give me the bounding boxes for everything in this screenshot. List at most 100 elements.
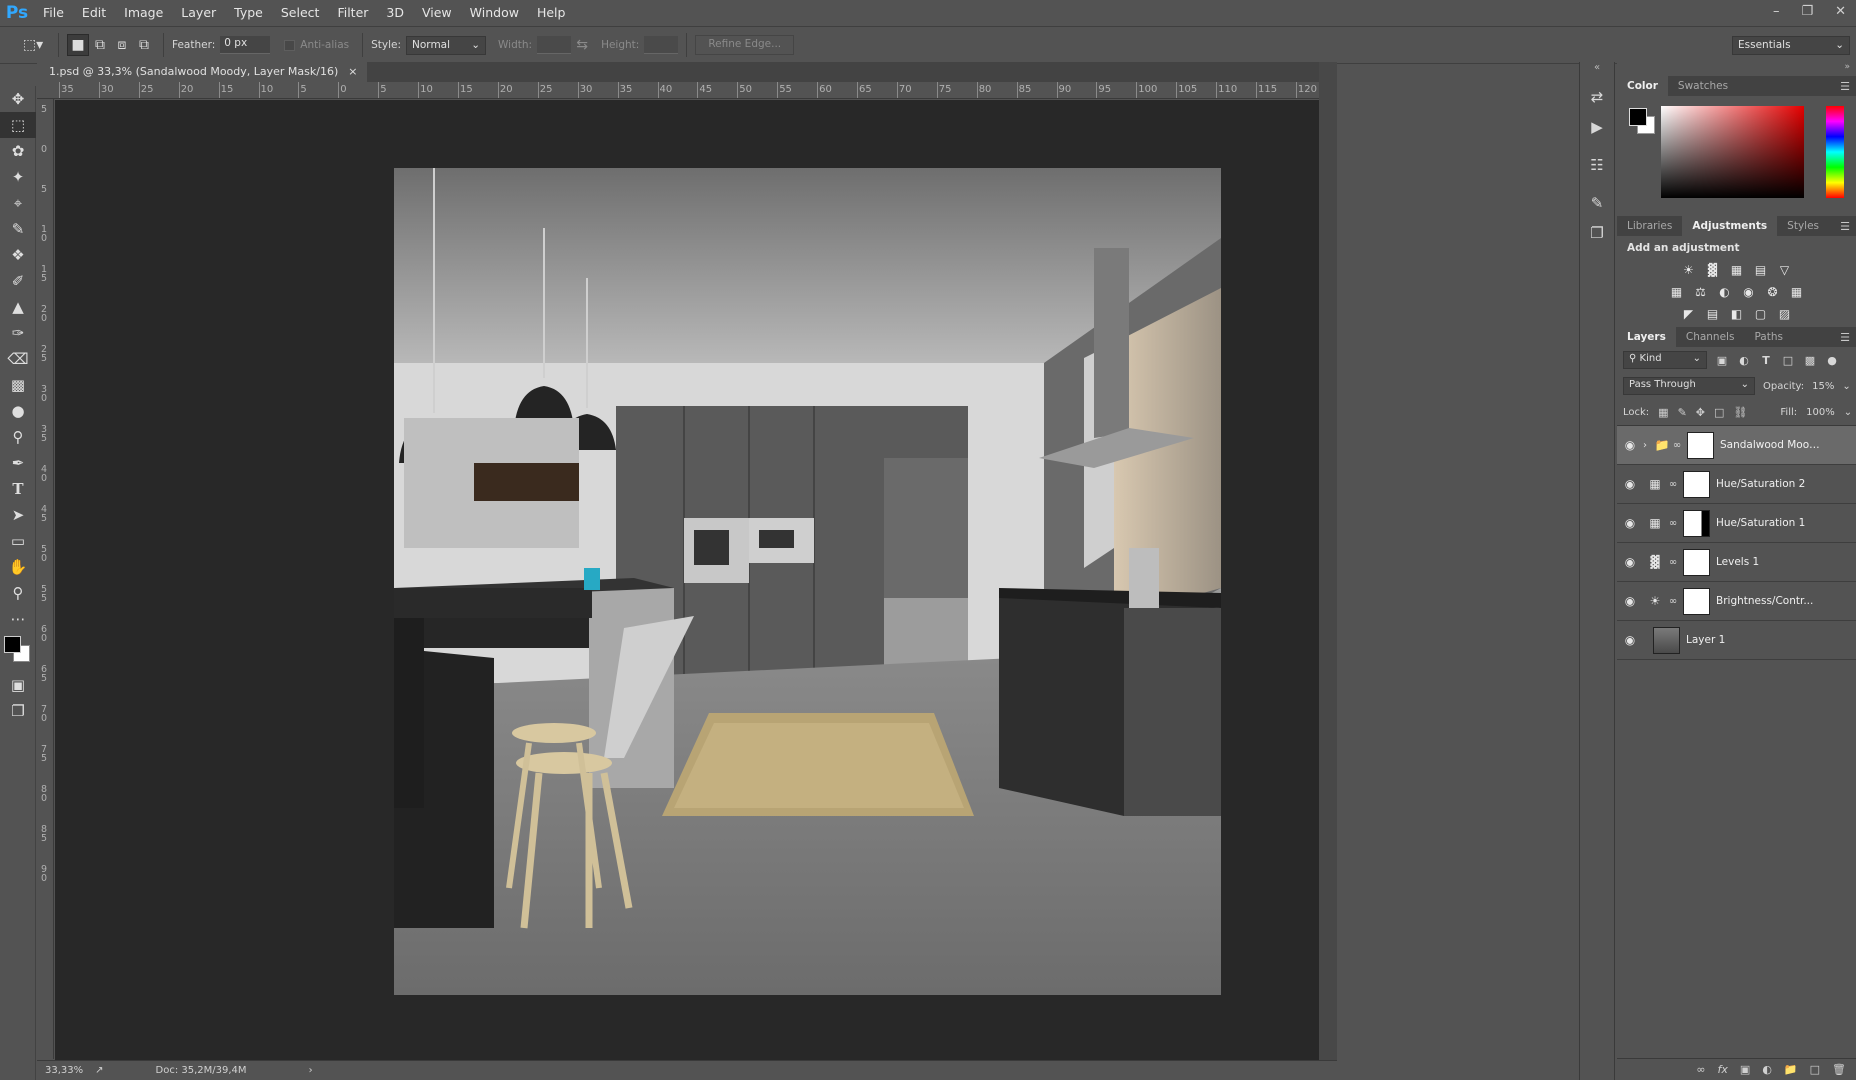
lock-artboard-icon[interactable]: □	[1714, 406, 1724, 419]
menu-edit[interactable]: Edit	[73, 0, 115, 26]
selective-color-icon[interactable]: ▢	[1753, 307, 1769, 321]
expand-group-icon[interactable]: ›	[1643, 440, 1653, 451]
layer-thumbnail[interactable]	[1653, 626, 1680, 654]
collapse-arrows-icon[interactable]: «	[1580, 62, 1614, 82]
actions-play-icon[interactable]: ▶	[1580, 112, 1614, 142]
black-white-icon[interactable]: ◐	[1717, 285, 1733, 299]
path-selection-tool-icon[interactable]: ➤	[0, 502, 36, 528]
tab-color[interactable]: Color	[1617, 76, 1668, 96]
filter-kind-select[interactable]: ⚲ Kind ⌄	[1623, 351, 1707, 369]
visibility-eye-icon[interactable]: ◉	[1617, 594, 1643, 608]
add-selection-icon[interactable]: ⧉	[89, 34, 111, 56]
layer-row[interactable]: ◉ Layer 1	[1617, 621, 1856, 660]
blur-tool-icon[interactable]: ●	[0, 398, 36, 424]
tab-channels[interactable]: Channels	[1676, 327, 1745, 347]
add-mask-icon[interactable]: ▣	[1740, 1063, 1750, 1076]
more-tools-icon[interactable]: ⋯	[0, 606, 36, 632]
layer-mask-thumbnail[interactable]	[1687, 431, 1714, 459]
link-layers-icon[interactable]: ∞	[1696, 1063, 1705, 1076]
hue-saturation-icon[interactable]: ▦	[1669, 285, 1685, 299]
channel-mixer-icon[interactable]: ❂	[1765, 285, 1781, 299]
brush-tool-icon[interactable]: ✐	[0, 268, 36, 294]
3d-icon[interactable]: ❐	[1580, 218, 1614, 248]
layer-row[interactable]: ◉ ☀ ∞ Brightness/Contr...	[1617, 582, 1856, 621]
magic-wand-tool-icon[interactable]: ✦	[0, 164, 36, 190]
layer-name[interactable]: Sandalwood Moody	[1720, 439, 1820, 451]
chevron-down-icon[interactable]: ⌄	[1844, 407, 1852, 418]
paint-bucket-tool-icon[interactable]: ▩	[0, 372, 36, 398]
layer-name[interactable]: Hue/Saturation 2	[1716, 478, 1805, 490]
levels-icon[interactable]: ▓	[1705, 263, 1721, 277]
menu-help[interactable]: Help	[528, 0, 575, 26]
close-icon[interactable]: ✕	[1835, 4, 1846, 19]
tab-paths[interactable]: Paths	[1744, 327, 1793, 347]
filter-smart-object-icon[interactable]: ▩	[1803, 354, 1817, 367]
opacity-value[interactable]: 15%	[1812, 381, 1834, 392]
menu-select[interactable]: Select	[272, 0, 329, 26]
new-layer-icon[interactable]: □	[1810, 1063, 1820, 1076]
anti-alias-checkbox[interactable]	[284, 39, 296, 51]
posterize-icon[interactable]: ▤	[1705, 307, 1721, 321]
style-select[interactable]: Normal ⌄	[406, 35, 487, 55]
menu-image[interactable]: Image	[115, 0, 172, 26]
layer-name[interactable]: Levels 1	[1716, 556, 1759, 568]
history-brush-tool-icon[interactable]: ✑	[0, 320, 36, 346]
properties-icon[interactable]: ☷	[1580, 150, 1614, 180]
visibility-eye-icon[interactable]: ◉	[1617, 516, 1643, 530]
eyedropper-tool-icon[interactable]: ✎	[0, 216, 36, 242]
zoom-tool-icon[interactable]: ⚲	[0, 580, 36, 606]
layer-mask-thumbnail[interactable]	[1683, 509, 1710, 537]
marquee-preset-icon[interactable]: ⬚▾	[16, 34, 50, 56]
tab-swatches[interactable]: Swatches	[1668, 76, 1738, 96]
menu-file[interactable]: File	[34, 0, 73, 26]
dodge-tool-icon[interactable]: ⚲	[0, 424, 36, 450]
swap-dimensions-icon[interactable]: ⇆	[571, 34, 593, 56]
width-input[interactable]	[537, 36, 572, 54]
fill-value[interactable]: 100%	[1806, 407, 1835, 418]
panel-menu-icon[interactable]: ☰	[1840, 220, 1850, 233]
height-input[interactable]	[644, 36, 679, 54]
new-group-icon[interactable]: 📁	[1784, 1063, 1798, 1076]
lock-position-icon[interactable]: ✥	[1696, 406, 1705, 419]
pen-tool-icon[interactable]: ✒	[0, 450, 36, 476]
menu-type[interactable]: Type	[225, 0, 272, 26]
menu-window[interactable]: Window	[461, 0, 528, 26]
threshold-icon[interactable]: ◧	[1729, 307, 1745, 321]
exposure-icon[interactable]: ▤	[1753, 263, 1769, 277]
layer-row[interactable]: ◉ › 📁 ∞ Sandalwood Moody	[1617, 426, 1856, 465]
chevron-down-icon[interactable]: ⌄	[1842, 381, 1850, 392]
subtract-selection-icon[interactable]: ⧈	[111, 34, 133, 56]
eraser-tool-icon[interactable]: ⌫	[0, 346, 36, 372]
document-image[interactable]	[394, 168, 1221, 995]
feather-input[interactable]: 0 px	[220, 36, 271, 54]
foreground-color-chip[interactable]	[1629, 108, 1647, 126]
delete-layer-icon[interactable]: 🗑	[1832, 1063, 1846, 1076]
export-icon[interactable]: ↗	[95, 1065, 103, 1076]
type-tool-icon[interactable]: T	[0, 476, 36, 502]
intersect-selection-icon[interactable]: ⧉	[133, 34, 155, 56]
photo-filter-icon[interactable]: ◉	[1741, 285, 1757, 299]
color-swatches[interactable]	[0, 632, 36, 672]
close-tab-icon[interactable]: ×	[348, 62, 357, 82]
visibility-eye-icon[interactable]: ◉	[1617, 438, 1643, 452]
menu-3d[interactable]: 3D	[377, 0, 413, 26]
status-menu-arrow-icon[interactable]: ›	[309, 1065, 313, 1076]
expand-arrows-icon[interactable]: »	[1617, 62, 1856, 76]
move-tool-icon[interactable]: ✥	[0, 86, 36, 112]
layer-name[interactable]: Layer 1	[1686, 634, 1725, 646]
rectangle-tool-icon[interactable]: ▭	[0, 528, 36, 554]
screen-mode-icon[interactable]: ❐	[0, 698, 36, 724]
filter-adjustment-icon[interactable]: ◐	[1737, 354, 1751, 367]
filter-toggle-icon[interactable]: ●	[1825, 354, 1839, 367]
zoom-level[interactable]: 33,33%	[45, 1065, 83, 1076]
brightness-contrast-icon[interactable]: ☀	[1681, 263, 1697, 277]
color-lookup-icon[interactable]: ▦	[1789, 285, 1805, 299]
lock-image-icon[interactable]: ✎	[1678, 406, 1687, 419]
layer-mask-thumbnail[interactable]	[1683, 587, 1710, 615]
layer-name[interactable]: Brightness/Contr...	[1716, 595, 1813, 607]
quick-mask-icon[interactable]: ▣	[0, 672, 36, 698]
brush-presets-icon[interactable]: ✎	[1580, 188, 1614, 218]
tab-adjustments[interactable]: Adjustments	[1682, 216, 1778, 236]
tab-styles[interactable]: Styles	[1777, 216, 1829, 236]
filter-type-icon[interactable]: T	[1759, 354, 1773, 367]
